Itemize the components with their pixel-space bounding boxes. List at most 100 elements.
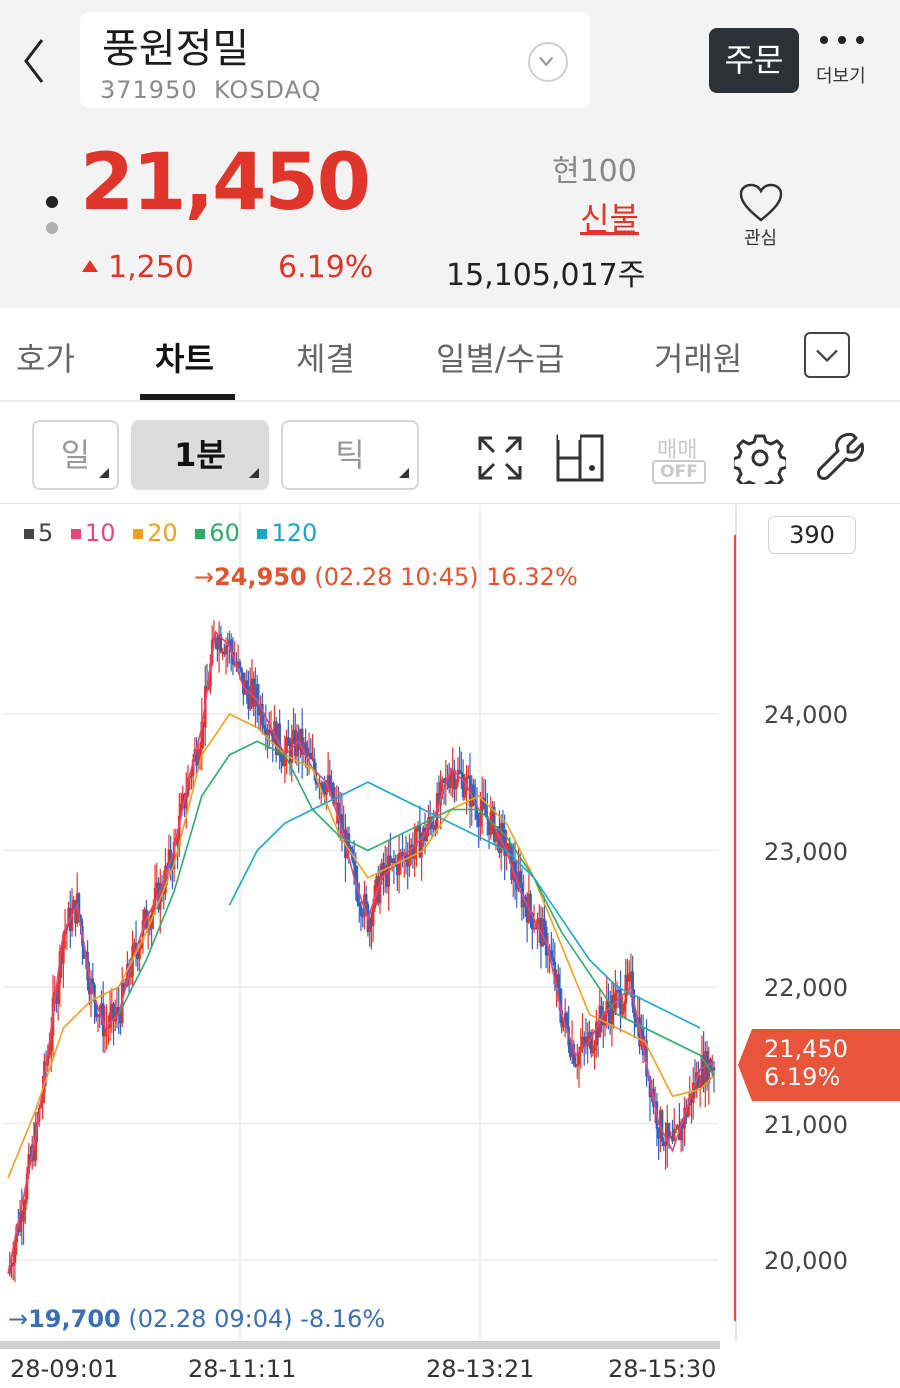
x-tick-label: 28-13:21 [426, 1355, 535, 1383]
candle-body [103, 1027, 107, 1037]
candle-body [674, 1128, 678, 1130]
tab-brokers[interactable]: 거래원 [654, 334, 742, 380]
price-change-pct: 6.19% [278, 250, 374, 285]
candle-body [224, 645, 228, 655]
candle-body [408, 853, 411, 867]
candle-body [565, 1012, 569, 1027]
candle-body [556, 974, 560, 988]
candle-body [413, 846, 416, 859]
tab-bar: 호가 차트 체결 일별/수급 거래원 [0, 308, 900, 402]
tab-chart[interactable]: 차트 [155, 334, 214, 380]
min-price-annotation: →19,700 (02.28 09:04) -8.16% [8, 1305, 385, 1333]
x-tick-label: 28-09:01 [10, 1355, 119, 1383]
max-price: 24,950 [214, 563, 307, 591]
candle-body [91, 978, 95, 985]
candle-body [667, 1123, 671, 1138]
candle-body [619, 990, 622, 1015]
candle-body [357, 902, 361, 907]
corner-icon [99, 468, 109, 478]
corner-icon [249, 468, 259, 478]
candle-body [262, 725, 266, 729]
max-price-detail: (02.28 10:45) 16.32% [314, 563, 578, 591]
candle-body [22, 1210, 25, 1222]
candle-body [24, 1199, 27, 1211]
candle-body [420, 839, 423, 858]
back-icon[interactable] [20, 36, 50, 86]
candle-body [397, 853, 401, 876]
period-1min-label: 1분 [174, 436, 226, 474]
tab-daily[interactable]: 일별/수급 [436, 334, 565, 380]
candle-body [304, 742, 307, 748]
candle-body [620, 1011, 624, 1015]
tab-trades[interactable]: 체결 [296, 334, 355, 380]
layout-icon[interactable] [554, 432, 606, 484]
y-tick-label: 24,000 [764, 701, 848, 729]
candle-body [238, 661, 242, 669]
heart-icon[interactable] [738, 182, 784, 224]
ma-legend-item-10: 10 [70, 519, 115, 547]
period-day-button[interactable]: 일 [32, 420, 119, 490]
gear-icon[interactable] [734, 432, 786, 484]
volume-box[interactable]: 390 [768, 516, 856, 554]
auto-trade-state: OFF [652, 460, 706, 484]
min-price: 19,700 [28, 1305, 121, 1333]
candle-body [712, 1067, 716, 1071]
chart-scrollbar[interactable] [0, 1341, 720, 1349]
candle-body [321, 782, 325, 791]
realtime-dot-secondary [46, 222, 58, 234]
candle-body [371, 908, 375, 927]
candle-body [660, 1110, 664, 1142]
candle-body [148, 928, 152, 930]
period-1min-button[interactable]: 1분 [131, 420, 269, 490]
wrench-icon[interactable] [812, 432, 864, 484]
ma-legend-item-20: 20 [133, 519, 178, 547]
right-arrow-icon: → [194, 563, 215, 591]
auto-trade-toggle[interactable]: 매매 OFF [652, 432, 708, 486]
price-unit: 현100 [552, 154, 637, 189]
y-tick-label: 21,000 [764, 1111, 848, 1139]
candle-body [593, 1045, 596, 1051]
period-day-label: 일 [60, 436, 91, 474]
candle-body [458, 769, 461, 773]
more-icon[interactable] [818, 30, 868, 50]
ma-legend: 5 10 20 60 120 [24, 519, 327, 547]
realtime-dot [46, 196, 58, 208]
right-arrow-icon: → [8, 1305, 29, 1333]
fullscreen-icon[interactable] [474, 432, 526, 484]
stock-header: 풍원정밀 371950 KOSDAQ 주문 더보기 21,450 1,250 6… [0, 0, 900, 308]
period-tick-label: 틱 [335, 436, 365, 474]
candle-body [622, 1003, 626, 1012]
current-price-tag: 21,450 6.19% [738, 1029, 900, 1101]
order-button[interactable]: 주문 [709, 28, 799, 93]
candle-body [484, 803, 487, 817]
candle-body [518, 871, 522, 883]
candle-body [138, 948, 141, 960]
y-tick-label: 22,000 [764, 974, 848, 1002]
tab-orderbook[interactable]: 호가 [16, 334, 75, 380]
price-chart[interactable]: 5 10 20 60 120 →24,950 (02.28 10:45) 16.… [0, 505, 900, 1388]
candle-body [582, 1036, 586, 1042]
candle-body [479, 812, 482, 827]
stock-selector[interactable]: 풍원정밀 371950 KOSDAQ [80, 12, 590, 108]
corner-icon [399, 468, 409, 478]
candle-body [575, 1064, 579, 1067]
tab-expand-icon[interactable] [804, 332, 850, 378]
period-tick-button[interactable]: 틱 [281, 420, 419, 490]
watch-label[interactable]: 관심 [744, 224, 777, 250]
ma-legend-item-120: 120 [257, 519, 317, 547]
candle-body [349, 847, 352, 850]
chevron-down-icon[interactable] [528, 42, 568, 82]
candle-body [460, 772, 463, 775]
more-label[interactable]: 더보기 [816, 62, 866, 88]
candle-body [454, 782, 458, 790]
new-high-link[interactable]: 신불 [580, 194, 639, 240]
candle-body [190, 775, 193, 777]
ma60-line [117, 740, 715, 1077]
ma-legend-item-60: 60 [195, 519, 240, 547]
max-price-annotation: →24,950 (02.28 10:45) 16.32% [194, 563, 578, 591]
candle-body [449, 773, 453, 788]
candle-body [501, 823, 505, 830]
candle-body [248, 686, 252, 709]
candle-body [591, 1050, 595, 1054]
candle-body [627, 973, 631, 982]
